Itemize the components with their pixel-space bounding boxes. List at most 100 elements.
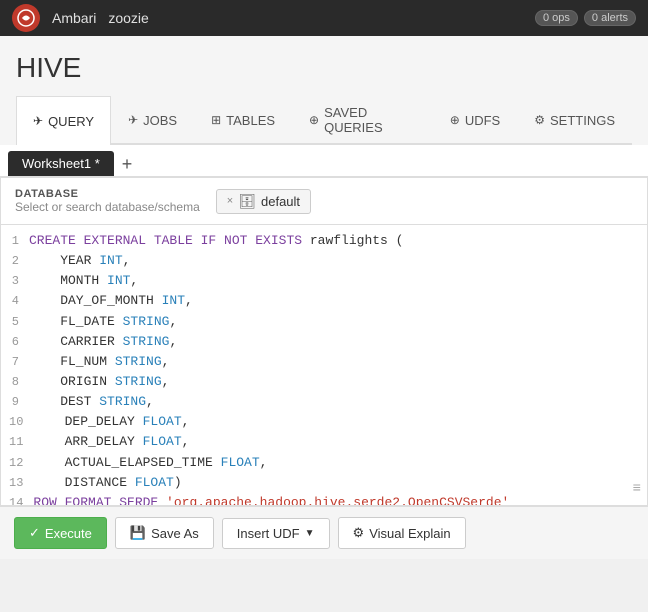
tab-query[interactable]: ✈QUERY bbox=[16, 96, 111, 145]
save-as-label: Save As bbox=[151, 526, 199, 541]
line-content: FL_NUM STRING, bbox=[29, 352, 647, 372]
database-hint: Select or search database/schema bbox=[15, 200, 200, 214]
line-number: 6 bbox=[1, 333, 29, 352]
tab-label-settings: SETTINGS bbox=[550, 113, 615, 128]
tab-settings[interactable]: ⚙SETTINGS bbox=[517, 96, 632, 143]
alerts-badge[interactable]: 0 alerts bbox=[584, 10, 636, 26]
code-token: , bbox=[260, 455, 268, 470]
tab-label-saved_queries: SAVED QUERIES bbox=[324, 105, 416, 135]
code-token: rawflights ( bbox=[302, 233, 403, 248]
code-token: FL_DATE bbox=[29, 314, 123, 329]
line-number: 2 bbox=[1, 252, 29, 271]
code-token: , bbox=[185, 293, 193, 308]
code-token: DAY_OF_MONTH bbox=[29, 293, 162, 308]
tab-udfs[interactable]: ⊕ UDFs bbox=[433, 96, 517, 143]
code-token: FLOAT bbox=[221, 455, 260, 470]
code-line: 14ROW FORMAT SERDE 'org.apache.hadoop.hi… bbox=[1, 493, 647, 505]
app-name: Ambari bbox=[52, 10, 96, 26]
code-token: ACTUAL_ELAPSED_TIME bbox=[33, 455, 220, 470]
line-content: FL_DATE STRING, bbox=[29, 312, 647, 332]
check-icon: ✓ bbox=[29, 525, 40, 541]
username: zoozie bbox=[108, 10, 148, 26]
code-token: STRING bbox=[99, 394, 146, 409]
code-line: 13 DISTANCE FLOAT) bbox=[1, 473, 647, 493]
footer-bar: ✓ Execute 💾 Save As Insert UDF ▼ ⚙ Visua… bbox=[0, 506, 648, 559]
tab-icon-saved_queries: ⊕ bbox=[309, 113, 319, 127]
line-number: 11 bbox=[1, 433, 33, 452]
database-label: DATABASE bbox=[15, 188, 200, 200]
ops-badge[interactable]: 0 ops bbox=[535, 10, 578, 26]
code-token: DEP_DELAY bbox=[33, 414, 142, 429]
code-token: DISTANCE bbox=[33, 475, 134, 490]
code-token: , bbox=[162, 374, 170, 389]
code-token: , bbox=[169, 314, 177, 329]
database-clear-icon[interactable]: × bbox=[227, 195, 233, 207]
tab-label-jobs: JOBS bbox=[143, 113, 177, 128]
code-editor[interactable]: 1CREATE EXTERNAL TABLE IF NOT EXISTS raw… bbox=[1, 225, 647, 505]
content-area: DATABASE Select or search database/schem… bbox=[0, 177, 648, 506]
database-icon: 🗄 bbox=[238, 193, 256, 210]
add-worksheet-button[interactable]: + bbox=[114, 153, 141, 175]
code-line: 12 ACTUAL_ELAPSED_TIME FLOAT, bbox=[1, 453, 647, 473]
code-line: 10 DEP_DELAY FLOAT, bbox=[1, 412, 647, 432]
database-badge[interactable]: × 🗄 default bbox=[216, 189, 311, 214]
tab-saved_queries[interactable]: ⊕ SAVED QUERIES bbox=[292, 96, 433, 143]
tab-icon-udfs: ⊕ bbox=[450, 113, 460, 127]
line-number: 8 bbox=[1, 373, 29, 392]
code-token: YEAR bbox=[29, 253, 99, 268]
code-token: , bbox=[146, 394, 154, 409]
tab-tables[interactable]: ⊞TABLES bbox=[194, 96, 292, 143]
insert-udf-button[interactable]: Insert UDF ▼ bbox=[222, 518, 330, 549]
line-content: YEAR INT, bbox=[29, 251, 647, 271]
scrollbar-hint: ≡ bbox=[633, 479, 641, 501]
code-token: FLOAT bbox=[143, 414, 182, 429]
visual-explain-label: Visual Explain bbox=[369, 526, 450, 541]
topbar-badges: 0 ops 0 alerts bbox=[535, 10, 636, 26]
line-number: 7 bbox=[1, 353, 29, 372]
code-token: CARRIER bbox=[29, 334, 123, 349]
code-line: 11 ARR_DELAY FLOAT, bbox=[1, 432, 647, 452]
save-icon: 💾 bbox=[130, 525, 146, 541]
dropdown-caret-icon: ▼ bbox=[305, 528, 315, 539]
visual-explain-button[interactable]: ⚙ Visual Explain bbox=[338, 517, 466, 549]
tab-label-tables: TABLES bbox=[226, 113, 275, 128]
database-selected: default bbox=[261, 194, 300, 209]
code-token: DEST bbox=[29, 394, 99, 409]
tab-jobs[interactable]: ✈JOBS bbox=[111, 96, 194, 143]
code-token: , bbox=[169, 334, 177, 349]
code-line: 3 MONTH INT, bbox=[1, 271, 647, 291]
code-token: STRING bbox=[115, 374, 162, 389]
code-token: STRING bbox=[123, 334, 170, 349]
code-token bbox=[158, 495, 166, 505]
execute-label: Execute bbox=[45, 526, 92, 541]
worksheet-tab[interactable]: Worksheet1 * bbox=[8, 151, 114, 176]
code-token: ) bbox=[174, 475, 182, 490]
worksheet-name: Worksheet1 * bbox=[22, 156, 100, 171]
tab-label-udfs: UDFs bbox=[465, 113, 500, 128]
save-as-button[interactable]: 💾 Save As bbox=[115, 517, 214, 549]
code-token: FL_NUM bbox=[29, 354, 115, 369]
code-line: 7 FL_NUM STRING, bbox=[1, 352, 647, 372]
code-line: 8 ORIGIN STRING, bbox=[1, 372, 647, 392]
line-content: CREATE EXTERNAL TABLE IF NOT EXISTS rawf… bbox=[29, 231, 647, 251]
code-token: , bbox=[130, 273, 138, 288]
code-token: ARR_DELAY bbox=[33, 434, 142, 449]
line-content: ACTUAL_ELAPSED_TIME FLOAT, bbox=[33, 453, 647, 473]
code-line: 6 CARRIER STRING, bbox=[1, 332, 647, 352]
app-logo bbox=[12, 4, 40, 32]
insert-udf-label: Insert UDF bbox=[237, 526, 300, 541]
code-line: 1CREATE EXTERNAL TABLE IF NOT EXISTS raw… bbox=[1, 231, 647, 251]
code-token: STRING bbox=[115, 354, 162, 369]
database-section: DATABASE Select or search database/schem… bbox=[1, 178, 647, 225]
line-number: 10 bbox=[1, 413, 33, 432]
execute-button[interactable]: ✓ Execute bbox=[14, 517, 107, 549]
line-number: 13 bbox=[1, 474, 33, 493]
line-number: 12 bbox=[1, 454, 33, 473]
code-token: FLOAT bbox=[143, 434, 182, 449]
line-number: 1 bbox=[1, 232, 29, 251]
code-token: INT bbox=[162, 293, 185, 308]
page-title: HIVE bbox=[16, 52, 632, 84]
code-token: 'org.apache.hadoop.hive.serde2.OpenCSVSe… bbox=[166, 495, 509, 505]
line-content: DISTANCE FLOAT) bbox=[33, 473, 647, 493]
tab-navigation: ✈QUERY✈JOBS⊞TABLES ⊕ SAVED QUERIES ⊕ UDFs ⚙SE… bbox=[16, 96, 632, 145]
